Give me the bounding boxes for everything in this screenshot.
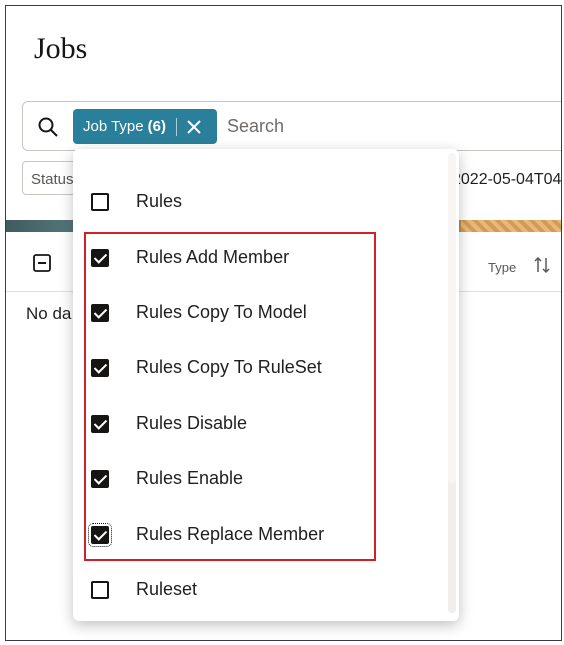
app-frame: Jobs Job Type (6) Search Status 2022-05-… xyxy=(5,5,562,641)
option-label: Rules Copy To Model xyxy=(136,302,307,322)
option-label: Rules xyxy=(136,191,183,211)
search-input[interactable]: Search xyxy=(227,116,284,137)
option-rules-copy-to-ruleset[interactable]: Rules Copy To RuleSet xyxy=(73,340,449,395)
option-rules-enable[interactable]: Rules Enable xyxy=(73,451,449,506)
checkbox-checked-icon[interactable] xyxy=(88,522,112,547)
option-label: Ruleset xyxy=(136,579,198,599)
checkbox-checked-icon[interactable] xyxy=(91,358,109,377)
status-filter-label: Status xyxy=(31,171,74,188)
option-label: Rules Disable xyxy=(136,413,248,433)
option-rules-disable[interactable]: Rules Disable xyxy=(73,396,449,451)
date-filter-value[interactable]: 2022-05-04T04 xyxy=(452,171,561,189)
checkbox-checked-icon[interactable] xyxy=(91,469,109,488)
no-data-message: No da xyxy=(26,304,72,323)
search-bar[interactable]: Job Type (6) Search xyxy=(22,101,561,151)
checkbox-checked-icon[interactable] xyxy=(91,248,109,267)
option-label: Rules Add Member xyxy=(136,247,290,267)
option-label: Rules Enable xyxy=(136,468,244,488)
chip-label: Job Type xyxy=(83,118,144,135)
column-header-type[interactable]: Type xyxy=(488,260,516,275)
job-type-filter-chip[interactable]: Job Type (6) xyxy=(73,109,217,144)
option-rules-copy-to-model[interactable]: Rules Copy To Model xyxy=(73,285,449,340)
clear-filter-icon[interactable] xyxy=(185,118,203,136)
option-ruleset[interactable]: Ruleset xyxy=(73,562,449,617)
option-label: Rules Replace Member xyxy=(136,524,325,544)
job-type-dropdown[interactable]: Rules Rules Add Member Rules Copy To Mod… xyxy=(73,149,459,621)
banner-pattern xyxy=(461,220,561,232)
checkbox-unchecked-icon[interactable] xyxy=(91,192,109,211)
option-rules-replace-member[interactable]: Rules Replace Member xyxy=(73,507,449,562)
option-label: Rules Copy To RuleSet xyxy=(136,357,322,377)
checkbox-unchecked-icon[interactable] xyxy=(91,580,109,599)
option-rules-add-member[interactable]: Rules Add Member xyxy=(73,230,449,285)
checkbox-checked-icon[interactable] xyxy=(91,414,109,433)
dropdown-scrollbar[interactable] xyxy=(448,153,456,613)
chip-count: (6) xyxy=(147,118,166,135)
checkbox-checked-icon[interactable] xyxy=(91,303,109,322)
sort-icon[interactable] xyxy=(534,256,550,274)
page-title: Jobs xyxy=(34,32,88,65)
collapse-all-icon[interactable] xyxy=(33,254,51,272)
option-rules[interactable]: Rules xyxy=(73,174,449,229)
search-icon[interactable] xyxy=(37,116,59,138)
scrollbar-thumb[interactable] xyxy=(448,153,456,483)
chip-divider xyxy=(175,117,177,136)
